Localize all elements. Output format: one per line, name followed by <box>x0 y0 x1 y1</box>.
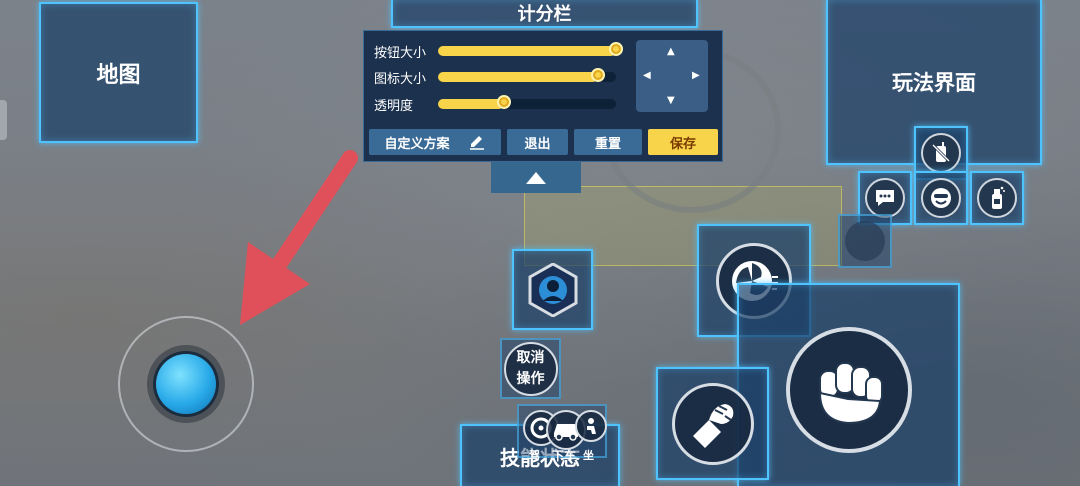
dpad-down-icon[interactable]: ▼ <box>667 96 675 106</box>
slider-track[interactable] <box>438 68 616 82</box>
empty-slot[interactable] <box>838 214 892 268</box>
spray-slot[interactable] <box>970 171 1024 225</box>
slider-label: 按钮大小 <box>374 45 427 61</box>
slider-fill <box>438 99 504 109</box>
scoreboard-panel[interactable]: 计分栏 <box>391 0 698 28</box>
grab-hand-icon <box>692 403 733 448</box>
fist-icon <box>818 361 883 424</box>
skill-avatar-icon <box>528 262 577 317</box>
dpad-icon[interactable]: ▲ ▼ ◀ ▶ <box>636 40 708 112</box>
triangle-up-icon <box>526 171 546 184</box>
walkie-talkie-muted-icon[interactable] <box>921 133 961 173</box>
slider-label: 透明度 <box>374 98 414 114</box>
punch-slot[interactable] <box>737 283 960 486</box>
chat-bubble-icon[interactable] <box>865 178 905 218</box>
smile-glyph <box>931 188 951 208</box>
slider-label: 图标大小 <box>374 71 427 87</box>
sit-button[interactable] <box>575 410 607 442</box>
slider-knob[interactable] <box>591 68 605 82</box>
map-panel[interactable]: 地图 <box>39 2 198 143</box>
dpad-up-icon[interactable]: ▲ <box>667 47 675 57</box>
map-label: 地图 <box>96 62 141 88</box>
spray-glyph <box>992 186 1005 209</box>
get-off-label: 下车 <box>552 449 577 463</box>
drive-label: 驾 <box>529 449 540 462</box>
grab-slot[interactable] <box>656 367 769 480</box>
slider-icon-size[interactable]: 图标大小 <box>374 67 616 87</box>
cancel-action-slot[interactable]: 取消 操作 <box>500 338 561 399</box>
gameplay-ui-label: 玩法界面 <box>892 70 976 95</box>
spray-can-icon[interactable] <box>977 178 1017 218</box>
vehicle-buttons[interactable]: 驾 下车 坐 <box>517 404 607 463</box>
emoji-slot[interactable] <box>914 171 968 225</box>
save-button[interactable]: 保存 <box>648 129 718 155</box>
cancel-action-button[interactable]: 取消 操作 <box>503 341 558 396</box>
custom-scheme-label: 自定义方案 <box>384 136 450 152</box>
slider-fill <box>438 72 598 82</box>
slider-track[interactable] <box>438 95 616 109</box>
reset-button[interactable]: 重置 <box>574 129 642 155</box>
dpad-left-icon[interactable]: ◀ <box>643 71 651 81</box>
exit-button[interactable]: 退出 <box>507 129 568 155</box>
seat-icon <box>587 418 596 434</box>
sit-label: 坐 <box>583 449 594 462</box>
punch-button[interactable] <box>785 326 912 453</box>
save-label: 保存 <box>669 136 696 152</box>
left-edge-handle[interactable] <box>0 100 7 140</box>
cancel-action-label: 取消 操作 <box>516 349 545 387</box>
walkie-talkie-glyph <box>931 142 951 163</box>
smile-icon[interactable] <box>921 178 961 218</box>
slider-knob[interactable] <box>609 42 623 56</box>
scoreboard-label: 计分栏 <box>517 4 572 25</box>
slider-button-size[interactable]: 按钮大小 <box>374 41 623 61</box>
skill-slot[interactable] <box>512 249 593 330</box>
slider-opacity[interactable]: 透明度 <box>374 94 616 114</box>
empty-slot-circle <box>845 221 885 261</box>
custom-scheme-button[interactable]: 自定义方案 <box>369 129 501 155</box>
pencil-icon <box>469 136 484 150</box>
chat-glyph <box>876 190 894 206</box>
exit-label: 退出 <box>524 136 551 152</box>
collapse-settings-button[interactable] <box>491 162 581 193</box>
layout-settings-popup: 按钮大小 图标大小 透明度 ▲ ▼ ◀ ▶ 自定义方案 退出 重置 保存 <box>363 30 723 162</box>
slider-knob[interactable] <box>497 95 511 109</box>
reset-label: 重置 <box>594 136 621 152</box>
dpad-right-icon[interactable]: ▶ <box>692 71 700 81</box>
slider-fill <box>438 46 616 56</box>
red-arrow-annotation <box>240 150 358 325</box>
grab-button[interactable] <box>671 382 754 465</box>
joystick-knob[interactable] <box>156 354 216 414</box>
slider-track[interactable] <box>438 42 623 56</box>
